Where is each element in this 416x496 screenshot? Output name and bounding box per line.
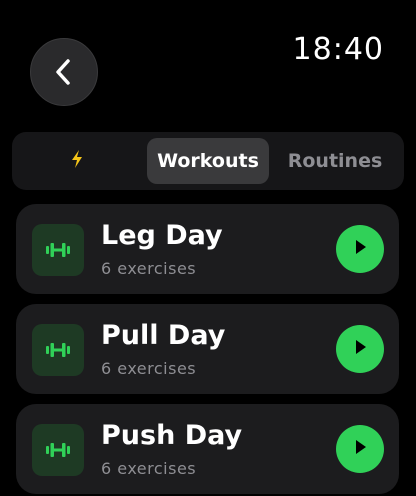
- workout-subtitle: 6 exercises: [101, 359, 197, 378]
- dumbbell-icon: [32, 224, 84, 276]
- workout-card-push-day[interactable]: Push Day 6 exercises: [16, 404, 399, 494]
- workout-title: Pull Day: [101, 320, 226, 351]
- workout-card-pull-day[interactable]: Pull Day 6 exercises: [16, 304, 399, 394]
- back-button[interactable]: [30, 38, 98, 106]
- tab-routines[interactable]: Routines: [274, 138, 396, 184]
- workout-subtitle: 6 exercises: [101, 459, 197, 478]
- play-icon: [352, 238, 368, 260]
- status-time: 18:40: [292, 32, 384, 67]
- play-button[interactable]: [336, 325, 384, 373]
- play-icon: [352, 438, 368, 460]
- workout-title: Push Day: [101, 420, 243, 451]
- lightning-bolt-icon: [70, 149, 84, 174]
- workout-title: Leg Day: [101, 220, 223, 251]
- play-icon: [352, 338, 368, 360]
- play-button[interactable]: [336, 225, 384, 273]
- chevron-left-icon: [52, 57, 76, 87]
- workout-subtitle: 6 exercises: [101, 259, 197, 278]
- workout-card-leg-day[interactable]: Leg Day 6 exercises: [16, 204, 399, 294]
- play-button[interactable]: [336, 425, 384, 473]
- tab-workouts[interactable]: Workouts: [147, 138, 269, 184]
- dumbbell-icon: [32, 324, 84, 376]
- dumbbell-icon: [32, 424, 84, 476]
- tab-quick-start[interactable]: [32, 138, 122, 184]
- segmented-control: Workouts Routines: [12, 132, 404, 190]
